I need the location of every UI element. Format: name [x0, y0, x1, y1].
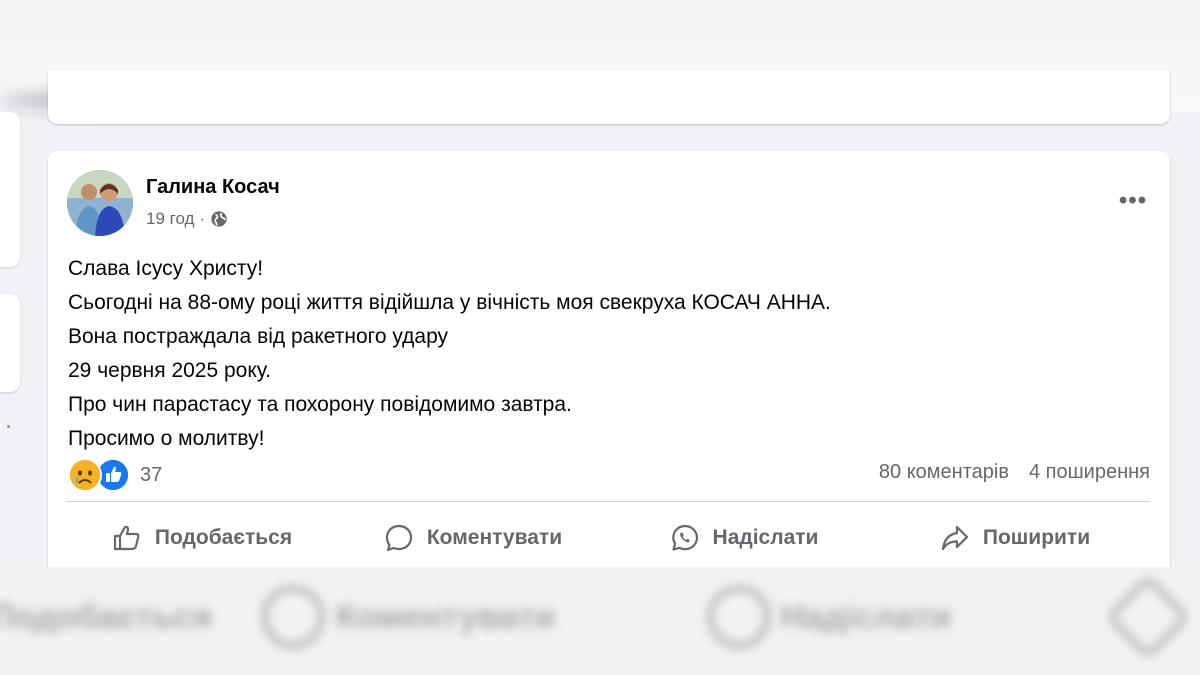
reactions-summary[interactable]: 37 — [68, 458, 162, 492]
comment-label: Коментувати — [426, 526, 563, 549]
share-icon — [941, 525, 968, 551]
blurred-comment-icon — [262, 586, 324, 648]
comment-icon — [385, 524, 412, 552]
post-text-line: Просимо о молитву! — [68, 427, 265, 450]
blurred-actions-reflection: Подобається Коментувати Надіслати — [0, 574, 1200, 660]
like-label: Подобається — [154, 526, 293, 549]
post-text-line: Слава Ісусу Христу! — [68, 257, 264, 280]
post-text-line: Вона постраждала від ракетного удару — [68, 325, 449, 348]
more-options-button[interactable]: ••• — [1118, 189, 1148, 213]
avatar-photo — [67, 170, 133, 236]
share-button[interactable]: Поширити — [879, 509, 1150, 567]
post-actions: Подобається Коментувати Надіслати Пошири… — [66, 509, 1150, 567]
post-card: Галина Косач 19 год · ••• Слава Ісусу Хр… — [48, 151, 1170, 591]
blurred-background-bottom: Подобається Коментувати Надіслати — [0, 567, 1200, 675]
blurred-whatsapp-icon — [708, 586, 770, 648]
send-label: Надіслати — [712, 526, 819, 549]
meta-separator: · — [199, 209, 206, 228]
post-author[interactable]: Галина Косач — [146, 176, 280, 199]
comment-button[interactable]: Коментувати — [337, 509, 608, 567]
globe-icon[interactable] — [210, 210, 228, 228]
like-button[interactable]: Подобається — [66, 509, 337, 567]
blurred-share-icon — [1105, 574, 1191, 660]
post-text: Слава Ісусу Христу! Сьогодні на 88-ому р… — [68, 252, 831, 456]
left-side-card — [0, 294, 20, 392]
divider — [66, 501, 1150, 502]
post-text-line: 29 червня 2025 року. — [68, 359, 272, 382]
send-button[interactable]: Надіслати — [608, 509, 879, 567]
decorative-dot — [7, 425, 10, 428]
whatsapp-icon — [671, 524, 698, 551]
previous-post-card — [48, 70, 1170, 124]
sad-reaction-icon — [68, 458, 102, 492]
shares-count[interactable]: 4 поширення — [1029, 461, 1150, 484]
post-stats: 80 коментарів 4 поширення — [879, 461, 1150, 484]
blurred-comment-label: Коментувати — [336, 597, 555, 636]
post-text-line: Про чин парастасу та похорону повідомимо… — [68, 393, 572, 416]
post-text-line: Сьогодні на 88-ому році життя відійшла у… — [68, 291, 831, 314]
left-side-card — [0, 112, 20, 267]
thumbs-up-icon — [113, 525, 140, 551]
share-label: Поширити — [982, 526, 1091, 549]
more-icon: ••• — [1118, 187, 1148, 214]
post-time[interactable]: 19 год — [146, 209, 194, 229]
blurred-send-label: Надіслати — [780, 597, 952, 636]
blurred-like-label: Подобається — [0, 597, 213, 636]
avatar[interactable] — [67, 170, 133, 236]
reaction-count: 37 — [140, 463, 163, 486]
post-meta: 19 год · — [146, 209, 228, 229]
comments-count[interactable]: 80 коментарів — [879, 461, 1009, 484]
